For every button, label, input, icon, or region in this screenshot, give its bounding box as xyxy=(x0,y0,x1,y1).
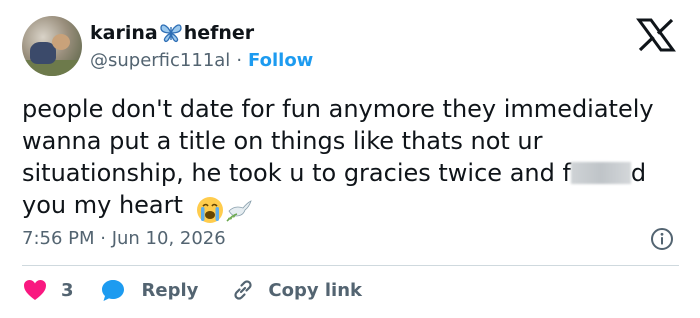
like-button[interactable]: 3 xyxy=(22,277,74,303)
reply-button[interactable]: Reply xyxy=(100,277,199,303)
author-name-first: karina xyxy=(90,22,158,44)
butterfly-icon xyxy=(159,22,183,44)
link-icon xyxy=(234,280,253,300)
separator-dot: · xyxy=(236,49,243,71)
info-icon[interactable] xyxy=(650,227,674,251)
loudly-crying-face-icon xyxy=(196,197,223,223)
author-handle[interactable]: @superfic111al xyxy=(90,50,230,71)
action-bar: 3 Reply Copy link xyxy=(22,275,362,305)
dove-icon xyxy=(226,200,252,222)
divider xyxy=(22,265,679,266)
reply-label: Reply xyxy=(141,279,199,301)
follow-button[interactable]: Follow xyxy=(248,50,313,71)
author-name[interactable]: karina hefner xyxy=(90,20,254,46)
x-logo-icon[interactable] xyxy=(636,18,676,52)
copy-link-label: Copy link xyxy=(268,279,362,301)
reply-icon xyxy=(101,280,124,301)
tweet-timestamp[interactable]: 7:56 PM · Jun 10, 2026 xyxy=(22,226,226,252)
author-name-last: hefner xyxy=(183,22,255,44)
tweet-text: people don't date for fun anymore they i… xyxy=(22,93,692,225)
avatar[interactable] xyxy=(22,16,82,76)
like-count: 3 xyxy=(61,279,74,301)
handle-row: @superfic111al · Follow xyxy=(90,48,313,72)
tweet-text-part1: people don't date for fun anymore they i… xyxy=(22,95,654,187)
emoji-group xyxy=(195,193,255,225)
heart-icon xyxy=(24,280,46,300)
redaction-blur xyxy=(570,162,631,184)
copy-link-button[interactable]: Copy link xyxy=(230,277,362,303)
